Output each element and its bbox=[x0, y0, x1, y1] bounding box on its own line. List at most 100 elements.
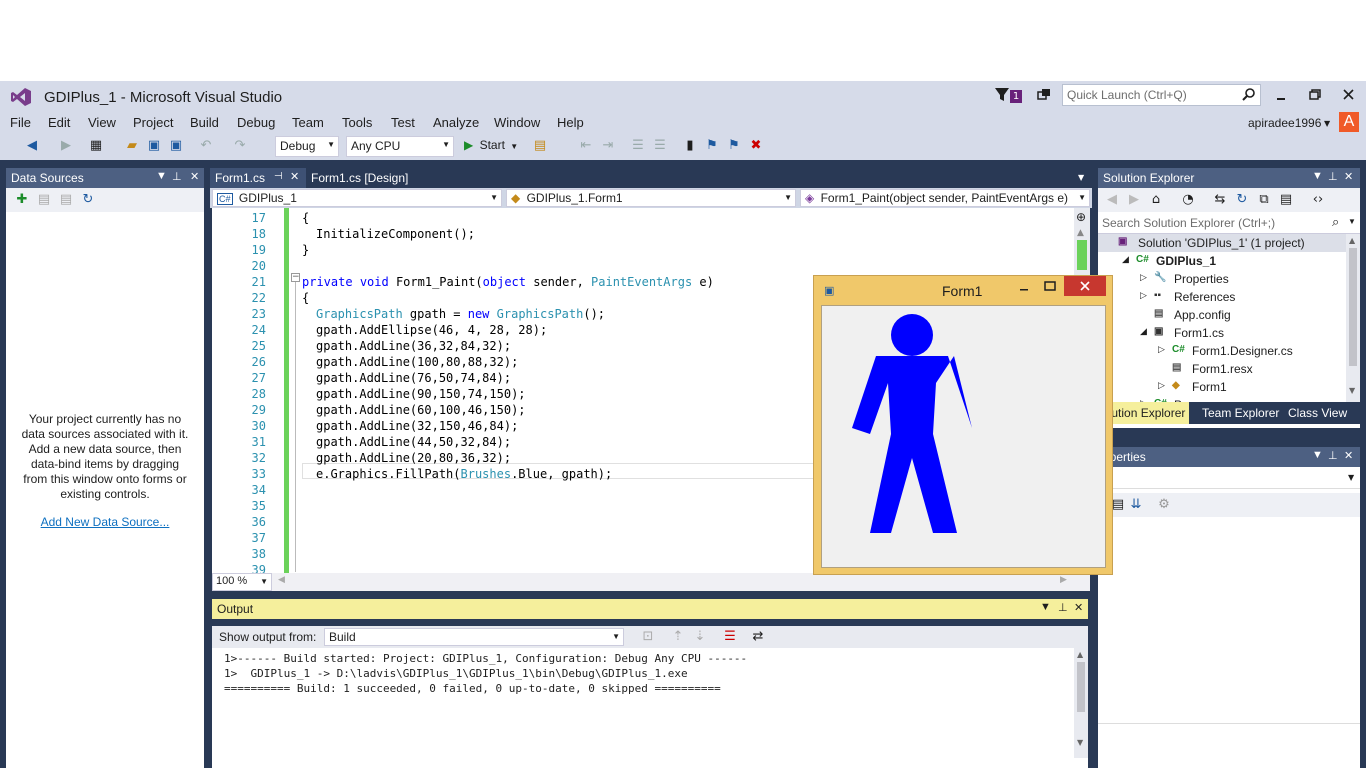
configuration-combo[interactable]: Debug ▼ bbox=[275, 136, 339, 157]
uncomment-icon[interactable]: ☰ bbox=[652, 138, 668, 154]
solution-tree-item[interactable]: ▷ C# Form1.Designer.cs bbox=[1098, 342, 1346, 360]
collapse-all-icon[interactable]: ⧉ bbox=[1256, 192, 1272, 208]
close-icon[interactable]: ✕ bbox=[190, 170, 199, 183]
scroll-left-icon[interactable]: ◀ bbox=[278, 575, 285, 585]
scroll-thumb[interactable] bbox=[1077, 240, 1087, 270]
scroll-up-icon[interactable]: ▲ bbox=[1077, 228, 1084, 238]
next-bookmark-icon[interactable]: ⚑ bbox=[726, 138, 742, 154]
form1-window[interactable]: ▣ Form1 bbox=[813, 275, 1113, 575]
project-combo[interactable]: C# GDIPlus_1 ▼ bbox=[212, 189, 502, 207]
feedback-icon[interactable] bbox=[1036, 88, 1052, 104]
back-icon[interactable]: ◀ bbox=[24, 138, 40, 154]
clear-bookmarks-icon[interactable]: ✖ bbox=[748, 138, 764, 154]
menu-view[interactable]: View bbox=[88, 115, 116, 130]
menu-window[interactable]: Window bbox=[494, 115, 540, 130]
refresh-icon[interactable]: ↻ bbox=[80, 192, 96, 208]
output-panel[interactable]: 1>------ Build started: Project: GDIPlus… bbox=[212, 648, 1088, 768]
menu-file[interactable]: File bbox=[10, 115, 31, 130]
dropdown-icon[interactable]: ▼ bbox=[1312, 170, 1323, 182]
menu-project[interactable]: Project bbox=[133, 115, 173, 130]
solution-tree-item[interactable]: ▷ 🔧 Properties bbox=[1098, 270, 1346, 288]
form-minimize-button[interactable] bbox=[1014, 278, 1036, 298]
collapsed-arrow-icon[interactable]: ▷ bbox=[1140, 290, 1147, 301]
prev-message-icon[interactable]: ⇡ bbox=[670, 629, 686, 645]
restore-button[interactable] bbox=[1304, 87, 1326, 105]
bookmark-icon[interactable]: ▮ bbox=[682, 138, 698, 154]
tab-form1-design[interactable]: Form1.cs [Design] bbox=[306, 168, 436, 188]
scroll-down-icon[interactable]: ▼ bbox=[1077, 738, 1083, 747]
dropdown-icon[interactable]: ▼ bbox=[1040, 601, 1051, 613]
member-combo[interactable]: ◈ Form1_Paint(object sender, PaintEventA… bbox=[800, 189, 1090, 207]
pin-icon[interactable]: ⊥ bbox=[172, 170, 182, 183]
tab-form1-cs[interactable]: Form1.cs ⊣ ✕ bbox=[210, 168, 306, 188]
close-icon[interactable]: ✕ bbox=[1344, 170, 1353, 183]
solution-tree-item[interactable]: ▣ Solution 'GDIPlus_1' (1 project) bbox=[1098, 234, 1346, 252]
solution-tree-item[interactable]: ▷ ◆ Form1 bbox=[1098, 378, 1346, 396]
refresh-icon[interactable]: ↻ bbox=[1234, 192, 1250, 208]
forward-icon[interactable]: ▶ bbox=[1126, 192, 1142, 208]
show-all-files-icon[interactable]: ▤ bbox=[1278, 192, 1294, 208]
close-button[interactable] bbox=[1338, 87, 1360, 105]
back-icon[interactable]: ◀ bbox=[1104, 192, 1120, 208]
collapsed-arrow-icon[interactable]: ▷ bbox=[1140, 272, 1147, 283]
dropdown-icon[interactable]: ▼ bbox=[1312, 449, 1323, 461]
find-in-files-icon[interactable]: ▤ bbox=[532, 138, 548, 154]
word-wrap-icon[interactable]: ⇄ bbox=[750, 629, 766, 645]
type-combo[interactable]: ◆ GDIPlus_1.Form1 ▼ bbox=[506, 189, 796, 207]
undo-icon[interactable]: ↶ bbox=[198, 138, 214, 154]
solution-tree-item[interactable]: ◢ ▣ Form1.cs bbox=[1098, 324, 1346, 342]
collapsed-arrow-icon[interactable]: ▷ bbox=[1158, 344, 1165, 355]
menu-tools[interactable]: Tools bbox=[342, 115, 372, 130]
zoom-combo[interactable]: 100 % ▼ bbox=[212, 573, 272, 591]
code-line[interactable]: 20 bbox=[212, 258, 1074, 274]
pin-icon[interactable]: ⊥ bbox=[1328, 449, 1338, 462]
close-icon[interactable]: ✕ bbox=[1074, 601, 1083, 614]
menu-test[interactable]: Test bbox=[391, 115, 415, 130]
form-maximize-button[interactable] bbox=[1040, 278, 1062, 298]
code-line[interactable]: 18 InitializeComponent(); bbox=[212, 226, 1074, 242]
notifications-icon[interactable]: 1 bbox=[994, 87, 1024, 105]
user-name[interactable]: apiradee1996 bbox=[1248, 116, 1321, 130]
clear-all-icon[interactable]: ☰ bbox=[722, 629, 738, 645]
scroll-thumb[interactable] bbox=[1077, 662, 1085, 712]
save-icon[interactable]: ▣ bbox=[146, 138, 162, 154]
chevron-down-icon[interactable]: ▼ bbox=[1324, 119, 1330, 128]
indent-icon[interactable]: ⇥ bbox=[600, 138, 616, 154]
view-code-icon[interactable]: ‹› bbox=[1310, 192, 1326, 208]
forward-icon[interactable]: ▶ bbox=[58, 138, 74, 154]
prev-bookmark-icon[interactable]: ⚑ bbox=[704, 138, 720, 154]
alphabetical-icon[interactable]: ⇊ bbox=[1128, 497, 1144, 513]
menu-help[interactable]: Help bbox=[557, 115, 584, 130]
chevron-down-icon[interactable]: ▼ bbox=[1078, 173, 1084, 182]
tab-team-explorer[interactable]: Team Explorer bbox=[1202, 406, 1279, 420]
minimize-button[interactable] bbox=[1270, 87, 1292, 105]
menu-team[interactable]: Team bbox=[292, 115, 324, 130]
code-line[interactable]: 17 { bbox=[212, 210, 1074, 226]
solution-tree-item[interactable]: ▤ Form1.resx bbox=[1098, 360, 1346, 378]
code-line[interactable]: 19} bbox=[212, 242, 1074, 258]
pending-changes-icon[interactable]: ◔ bbox=[1180, 192, 1196, 208]
property-pages-icon[interactable]: ⚙ bbox=[1156, 497, 1172, 513]
solution-tree-item[interactable]: ▤ App.config bbox=[1098, 306, 1346, 324]
solution-tree-item[interactable]: ▷ ▪▪ References bbox=[1098, 288, 1346, 306]
scroll-up-icon[interactable]: ▲ bbox=[1077, 650, 1083, 659]
next-message-icon[interactable]: ⇣ bbox=[692, 629, 708, 645]
solution-search-input[interactable]: Search Solution Explorer (Ctrl+;) ⌕ ▼ bbox=[1098, 212, 1360, 234]
output-source-combo[interactable]: Build ▼ bbox=[324, 628, 624, 646]
close-icon[interactable]: ✕ bbox=[290, 170, 299, 183]
scroll-up-icon[interactable]: ▲ bbox=[1349, 236, 1355, 245]
form-close-button[interactable] bbox=[1064, 276, 1106, 296]
platform-combo[interactable]: Any CPU ▼ bbox=[346, 136, 454, 157]
close-icon[interactable]: ✕ bbox=[1344, 449, 1353, 462]
dropdown-icon[interactable]: ▼ bbox=[156, 170, 167, 182]
pin-icon[interactable]: ⊥ bbox=[1328, 170, 1338, 183]
new-project-icon[interactable]: ▦ bbox=[88, 138, 104, 154]
add-new-data-source-link[interactable]: Add New Data Source... bbox=[6, 515, 204, 529]
find-message-icon[interactable]: ⊡ bbox=[640, 629, 656, 645]
properties-object-combo[interactable]: ▼ bbox=[1098, 467, 1360, 489]
avatar[interactable]: A bbox=[1339, 112, 1359, 132]
edit-dataset-icon[interactable]: ▤ bbox=[36, 192, 52, 208]
home-icon[interactable]: ⌂ bbox=[1148, 192, 1164, 208]
menu-build[interactable]: Build bbox=[190, 115, 219, 130]
output-vertical-scrollbar[interactable]: ▲ ▼ bbox=[1074, 648, 1088, 758]
